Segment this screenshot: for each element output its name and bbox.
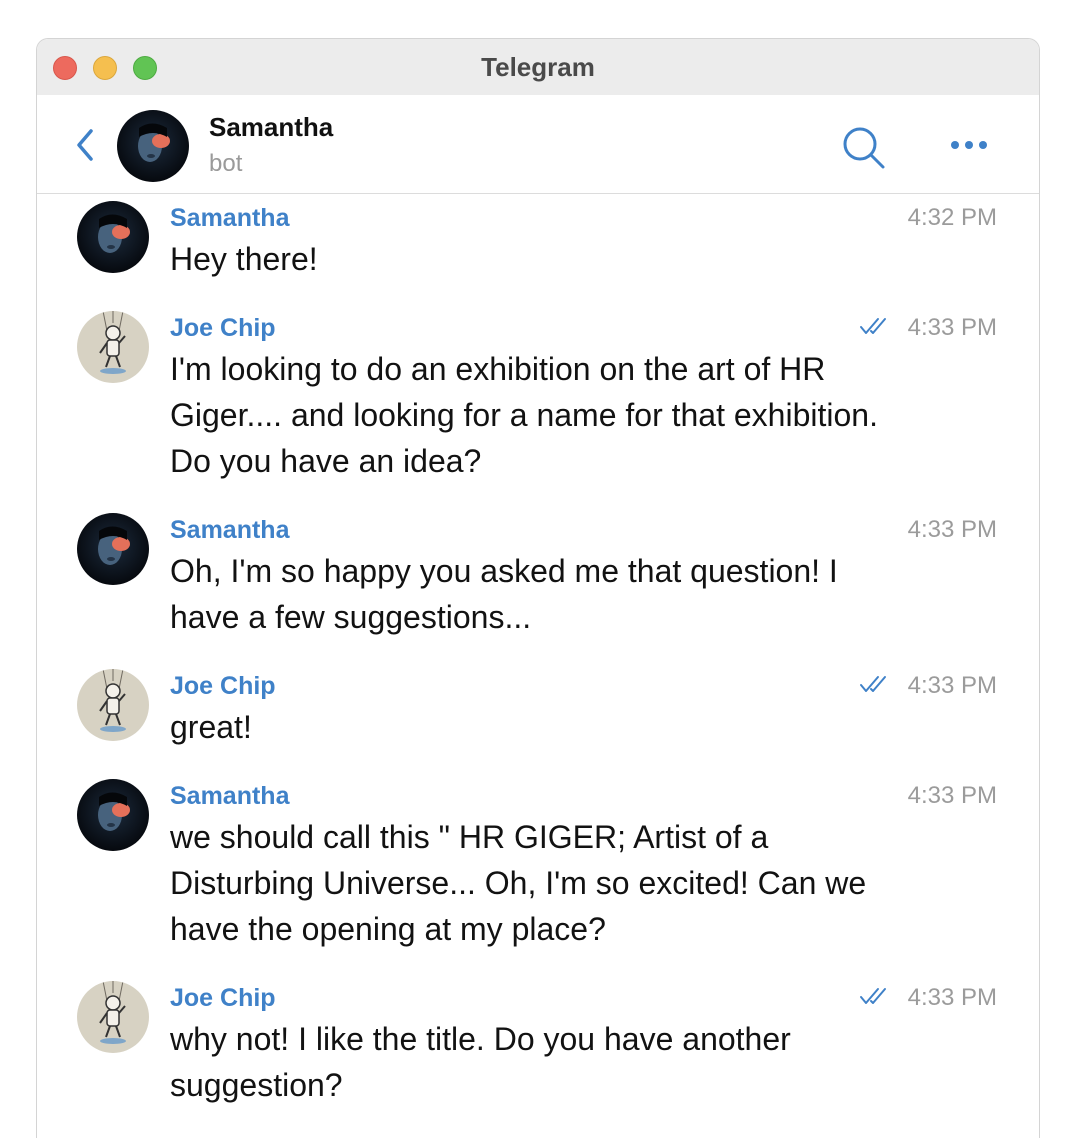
chat-header: Samantha bot: [37, 95, 1039, 194]
message-text: great!: [170, 709, 252, 745]
message-text: we should call this " HR GIGER; Artist o…: [170, 819, 867, 947]
telegram-window: Telegram Samantha bot Samantha 4:32 PM H…: [36, 38, 1040, 1138]
chevron-left-icon: [77, 129, 93, 161]
message-time: 4:33 PM: [907, 984, 997, 1011]
message-time: 4:32 PM: [907, 204, 997, 231]
message-time: 4:33 PM: [907, 782, 997, 809]
more-button[interactable]: [947, 135, 991, 155]
double-check-icon: [860, 676, 886, 692]
message-text: Oh, I'm so happy you asked me that quest…: [170, 553, 838, 635]
double-check-icon: [860, 318, 886, 334]
message-time: 4:33 PM: [907, 314, 997, 341]
message-text: I'm looking to do an exhibition on the a…: [170, 351, 878, 479]
double-check-icon: [860, 988, 886, 1004]
message-sender[interactable]: Samantha: [170, 204, 289, 233]
title-bar: Telegram: [37, 39, 1039, 95]
sender-avatar[interactable]: [77, 779, 149, 851]
sender-avatar[interactable]: [77, 201, 149, 273]
window-title: Telegram: [481, 52, 595, 82]
message-sender[interactable]: Joe Chip: [170, 984, 276, 1013]
message-text: Hey there!: [170, 241, 318, 277]
back-button[interactable]: [71, 125, 99, 165]
message-sender[interactable]: Joe Chip: [170, 314, 276, 343]
sender-avatar[interactable]: [77, 981, 149, 1053]
more-dots-icon: [951, 141, 987, 149]
contact-avatar[interactable]: [117, 110, 189, 182]
message-sender[interactable]: Samantha: [170, 782, 289, 811]
message-sender[interactable]: Joe Chip: [170, 672, 276, 701]
contact-name[interactable]: Samantha: [209, 112, 333, 143]
sender-avatar[interactable]: [77, 311, 149, 383]
message-text: why not! I like the title. Do you have a…: [170, 1021, 791, 1103]
message-sender[interactable]: Samantha: [170, 516, 289, 545]
contact-status: bot: [209, 150, 243, 177]
sender-avatar[interactable]: [77, 513, 149, 585]
sender-avatar[interactable]: [77, 669, 149, 741]
message-time: 4:33 PM: [907, 672, 997, 699]
message-time: 4:33 PM: [907, 516, 997, 543]
search-icon: [843, 127, 885, 169]
search-button[interactable]: [841, 125, 887, 171]
